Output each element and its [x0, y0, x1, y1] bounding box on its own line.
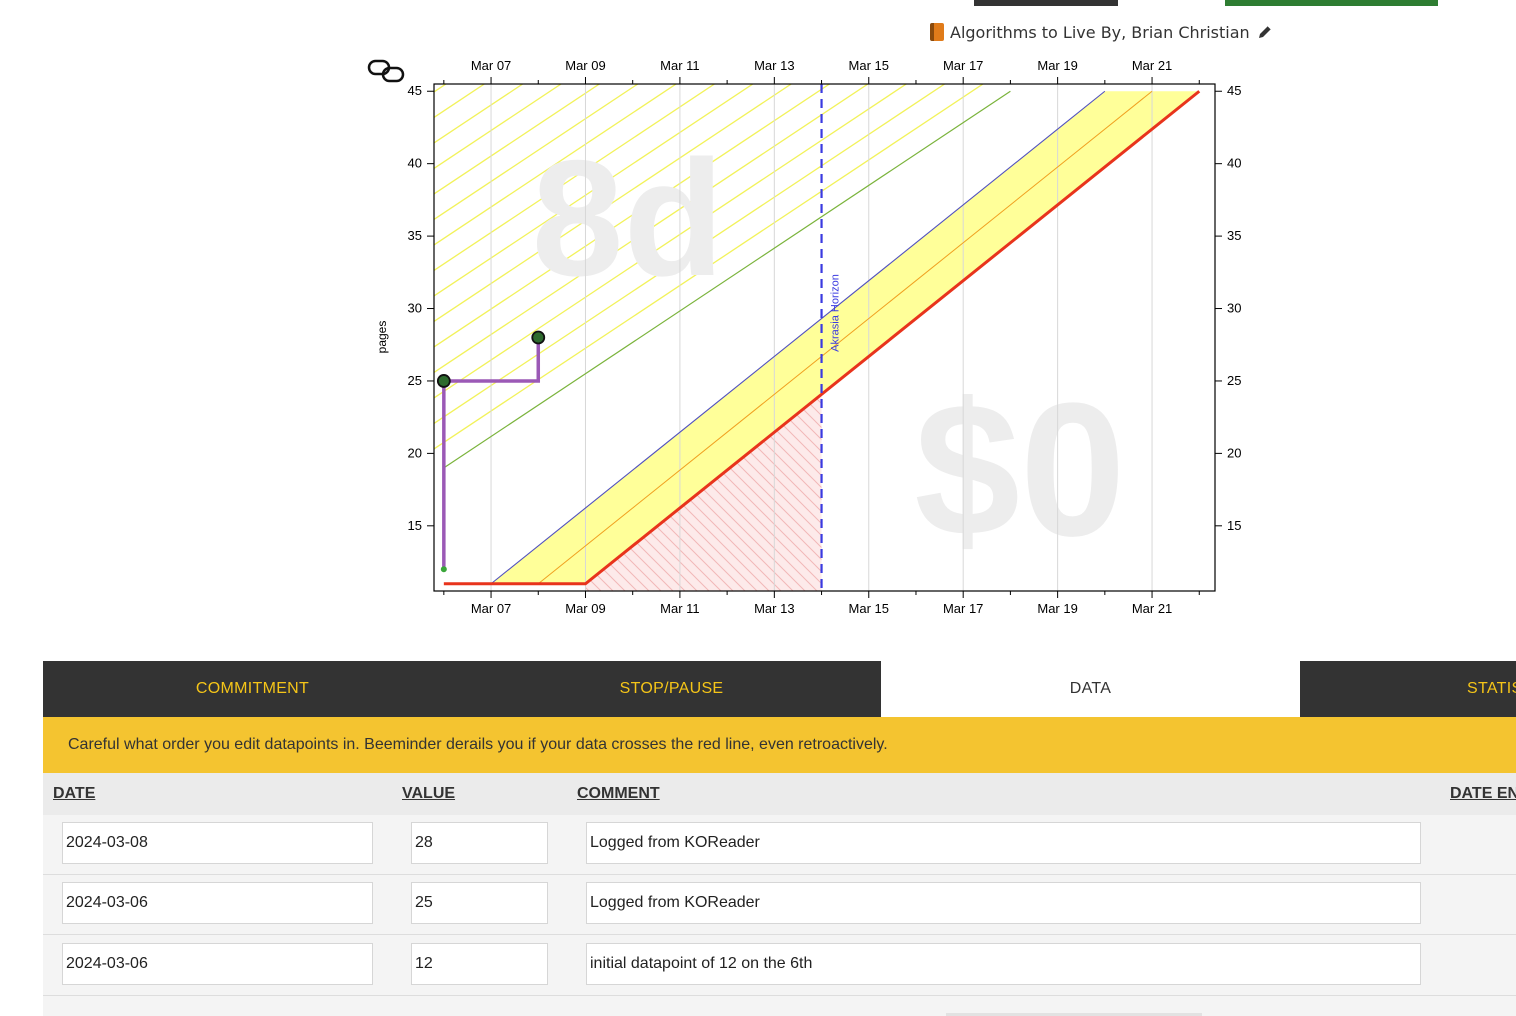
- y-tick-label-right: 20: [1227, 445, 1241, 460]
- value-input[interactable]: [411, 822, 548, 864]
- date-input[interactable]: [62, 822, 373, 864]
- y-tick-label-left: 40: [408, 156, 422, 171]
- watermark-days: 8d: [532, 126, 725, 310]
- y-tick-label-left: 35: [408, 228, 422, 243]
- y-tick-label-right: 15: [1227, 518, 1241, 533]
- x-tick-label-bottom: Mar 17: [943, 601, 983, 616]
- tab-bar: COMMITMENT STOP/PAUSE DATA STATIS: [43, 661, 1516, 717]
- x-tick-label-top: Mar 09: [565, 58, 605, 73]
- header-comment[interactable]: COMMENT: [577, 785, 660, 803]
- data-table-header: DATE VALUE COMMENT DATE EN: [43, 773, 1516, 815]
- top-dark-button[interactable]: [974, 0, 1118, 6]
- x-tick-label-bottom: Mar 21: [1132, 601, 1172, 616]
- x-tick-label-top: Mar 13: [754, 58, 794, 73]
- goal-graph: 8d $0 Akrasia Horizon Mar 07 Mar 07 Mar 09 M…: [375, 50, 1241, 616]
- watermark-pledge: $0: [914, 364, 1125, 576]
- x-tick-label-bottom: Mar 09: [565, 601, 605, 616]
- header-date[interactable]: DATE: [53, 785, 95, 803]
- x-tick-label-bottom: Mar 11: [660, 601, 700, 616]
- tab-commitment[interactable]: COMMITMENT: [43, 661, 462, 717]
- x-tick-label-top: Mar 19: [1037, 58, 1077, 73]
- x-tick-label-bottom: Mar 15: [849, 601, 889, 616]
- x-tick-label-bottom: Mar 07: [471, 601, 511, 616]
- y-tick-label-right: 35: [1227, 228, 1241, 243]
- x-tick-label-top: Mar 17: [943, 58, 983, 73]
- comment-input[interactable]: [586, 822, 1421, 864]
- y-tick-label-right: 25: [1227, 373, 1241, 388]
- datapoint-marker[interactable]: [436, 374, 451, 388]
- goal-title-text: Algorithms to Live By, Brian Christian: [950, 22, 1250, 42]
- tab-data[interactable]: DATA: [881, 661, 1300, 717]
- x-tick-label-top: Mar 15: [849, 58, 889, 73]
- datapoint-marker[interactable]: [531, 330, 546, 345]
- value-input[interactable]: [411, 943, 548, 985]
- date-input[interactable]: [62, 882, 373, 924]
- y-tick-label-right: 30: [1227, 301, 1241, 316]
- comment-input[interactable]: [586, 882, 1421, 924]
- akrasia-horizon-label: Akrasia Horizon: [830, 274, 842, 352]
- safe-zone-hatch-line: [414, 50, 1235, 80]
- y-tick-label-left: 15: [408, 518, 422, 533]
- x-tick-label-bottom: Mar 19: [1037, 601, 1077, 616]
- pencil-icon[interactable]: [1256, 23, 1274, 41]
- goal-title: Algorithms to Live By, Brian Christian: [930, 20, 1274, 44]
- x-tick-label-top: Mar 21: [1132, 58, 1172, 73]
- book-icon: [930, 23, 944, 41]
- y-tick-label-left: 25: [408, 373, 422, 388]
- y-tick-label-left: 30: [408, 301, 422, 316]
- y-tick-label-left: 20: [408, 445, 422, 460]
- y-tick-label-right: 40: [1227, 156, 1241, 171]
- x-tick-label-top: Mar 11: [660, 58, 700, 73]
- table-row: [43, 815, 1516, 875]
- datapoint-marker[interactable]: [440, 566, 447, 573]
- tab-statistics[interactable]: STATIS: [1300, 661, 1516, 717]
- y-tick-label-right: 45: [1227, 83, 1241, 98]
- value-input[interactable]: [411, 882, 548, 924]
- date-input[interactable]: [62, 943, 373, 985]
- y-tick-label-left: 45: [408, 83, 422, 98]
- safe-zone-hatch-line: [414, 50, 1235, 54]
- header-value[interactable]: VALUE: [402, 785, 455, 803]
- warning-banner: Careful what order you edit datapoints i…: [43, 717, 1516, 773]
- y-axis-label: pages: [375, 321, 389, 354]
- table-row: [43, 936, 1516, 996]
- comment-input[interactable]: [586, 943, 1421, 985]
- tab-stop-pause[interactable]: STOP/PAUSE: [462, 661, 881, 717]
- top-green-button[interactable]: [1225, 0, 1438, 6]
- table-row: [43, 875, 1516, 935]
- data-table: [43, 815, 1516, 1016]
- header-date-entered[interactable]: DATE EN: [1450, 785, 1516, 803]
- x-tick-label-top: Mar 07: [471, 58, 511, 73]
- x-tick-label-bottom: Mar 13: [754, 601, 794, 616]
- warning-text: Careful what order you edit datapoints i…: [68, 736, 888, 753]
